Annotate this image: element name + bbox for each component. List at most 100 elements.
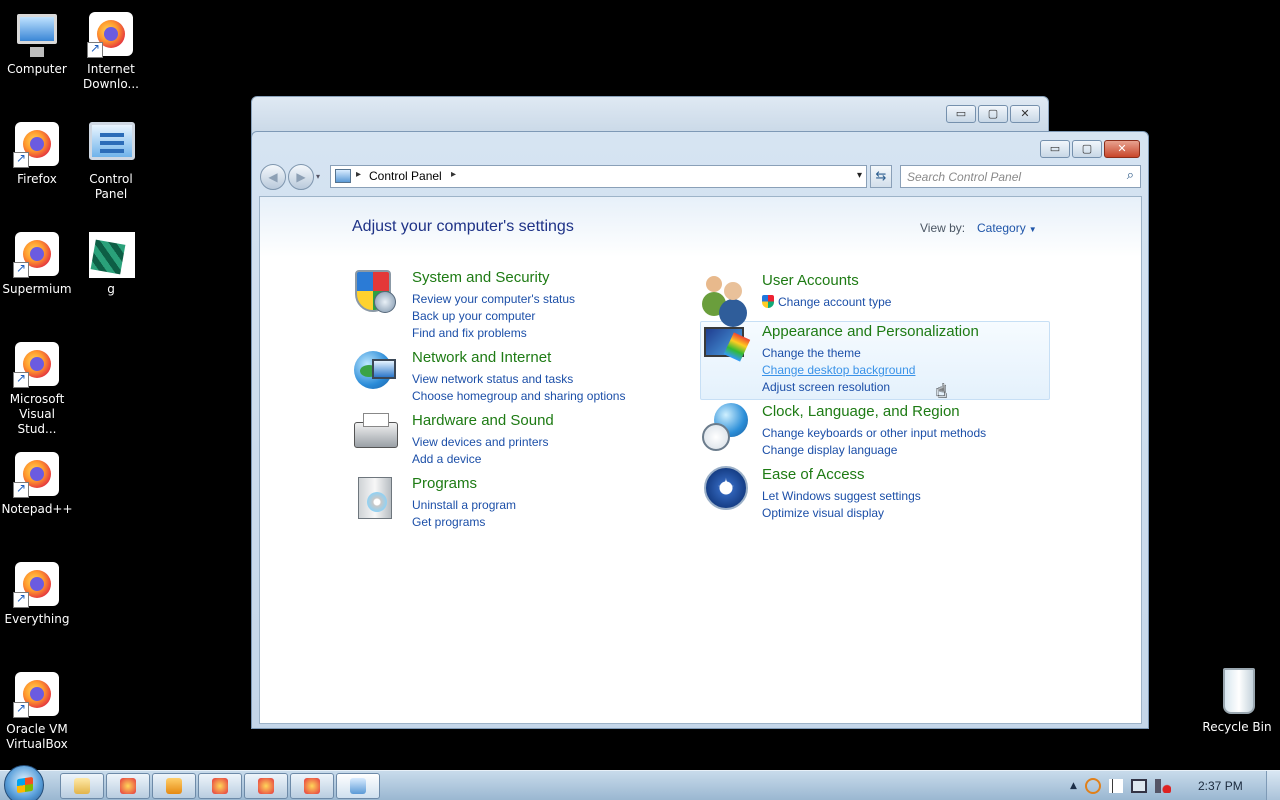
- link-find-fix-problems[interactable]: Find and fix problems: [412, 325, 575, 342]
- close-icon: ✕: [1117, 142, 1127, 155]
- taskbar-button-explorer[interactable]: [60, 773, 104, 799]
- close-button[interactable]: ✕: [1104, 140, 1140, 158]
- desktop-icon-label: Control Panel: [89, 172, 133, 201]
- category-title[interactable]: User Accounts: [762, 272, 859, 289]
- link-adjust-resolution[interactable]: Adjust screen resolution: [762, 379, 915, 396]
- link-review-status[interactable]: Review your computer's status: [412, 291, 575, 308]
- clock[interactable]: 2:37 PM: [1198, 779, 1243, 793]
- desktop-icon-supermium[interactable]: Supermium: [0, 230, 79, 297]
- media-player-icon: [166, 778, 182, 794]
- taskbar-button-firefox-2[interactable]: [198, 773, 242, 799]
- desktop-icon-virtualbox[interactable]: Oracle VM VirtualBox: [0, 670, 79, 752]
- firefox-icon: [120, 778, 136, 794]
- firefox-icon: [13, 230, 61, 278]
- address-bar[interactable]: ▸ Control Panel ▸ ▾: [330, 165, 867, 188]
- start-button[interactable]: [4, 765, 44, 800]
- link-change-display-language[interactable]: Change display language: [762, 442, 986, 459]
- link-get-programs[interactable]: Get programs: [412, 514, 516, 531]
- link-optimize-display[interactable]: Optimize visual display: [762, 505, 921, 522]
- address-dropdown-icon[interactable]: ▾: [857, 170, 862, 181]
- desktop-icon-label: Supermium: [2, 282, 72, 296]
- link-change-desktop-background[interactable]: Change desktop background: [762, 362, 915, 379]
- desktop-icon-everything[interactable]: Everything: [0, 560, 79, 627]
- background-window[interactable]: ▭ ▢ ✕: [251, 96, 1049, 136]
- desktop-icon-g[interactable]: g: [69, 230, 153, 297]
- breadcrumb-separator-icon[interactable]: ▸: [451, 169, 456, 180]
- desktop-icon-label: Everything: [4, 612, 70, 626]
- recent-pages-dropdown[interactable]: ▾: [316, 172, 320, 181]
- appearance-icon: [702, 323, 752, 373]
- link-label: Change account type: [778, 295, 892, 309]
- link-uninstall-program[interactable]: Uninstall a program: [412, 497, 516, 514]
- link-suggest-settings[interactable]: Let Windows suggest settings: [762, 488, 921, 505]
- maximize-button[interactable]: ▢: [1072, 140, 1102, 158]
- firefox-icon: [258, 778, 274, 794]
- firefox-icon: [13, 340, 61, 388]
- hand-cursor-icon: [936, 381, 950, 401]
- forward-arrow-icon: ▶: [296, 170, 306, 184]
- desktop-icon-computer[interactable]: Computer: [0, 10, 79, 77]
- desktop-icon-label: Microsoft Visual Stud...: [9, 392, 65, 436]
- view-by-dropdown[interactable]: Category ▼: [977, 221, 1037, 235]
- maximize-button[interactable]: ▢: [978, 105, 1008, 123]
- desktop-icon-recycle-bin[interactable]: Recycle Bin: [1195, 668, 1279, 735]
- breadcrumb-control-panel[interactable]: Control Panel: [369, 169, 442, 183]
- minimize-button[interactable]: ▭: [1040, 140, 1070, 158]
- desktop-icon-notepad-plus-plus[interactable]: Notepad++: [0, 450, 79, 517]
- category-title[interactable]: Clock, Language, and Region: [762, 403, 960, 420]
- category-title[interactable]: Network and Internet: [412, 349, 551, 366]
- forward-button[interactable]: ▶: [288, 164, 314, 190]
- link-change-keyboards[interactable]: Change keyboards or other input methods: [762, 425, 986, 442]
- firefox-icon: [87, 10, 135, 58]
- link-back-up[interactable]: Back up your computer: [412, 308, 575, 325]
- desktop-icon-label: Internet Downlo...: [83, 62, 139, 91]
- search-box[interactable]: ⌕: [900, 165, 1141, 188]
- taskbar-button-firefox-4[interactable]: [290, 773, 334, 799]
- flag-icon[interactable]: [1108, 779, 1123, 793]
- ease-of-access-icon: [702, 466, 752, 516]
- content-area: Adjust your computer's settings View by:…: [259, 196, 1142, 724]
- refresh-button[interactable]: ⇆: [870, 165, 892, 188]
- back-arrow-icon: ◀: [268, 170, 278, 184]
- clock-globe-icon: [702, 403, 752, 453]
- back-button[interactable]: ◀: [260, 164, 286, 190]
- view-by-label: View by:: [920, 221, 966, 235]
- taskbar-button-firefox[interactable]: [106, 773, 150, 799]
- folder-icon: [74, 778, 90, 794]
- link-add-device[interactable]: Add a device: [412, 451, 549, 468]
- taskbar-button-control-panel[interactable]: [336, 773, 380, 799]
- taskbar-button-media-player[interactable]: [152, 773, 196, 799]
- desktop-icon-internet-download[interactable]: Internet Downlo...: [69, 10, 153, 92]
- network-icon[interactable]: [1130, 779, 1147, 793]
- firefox-icon: [304, 778, 320, 794]
- minimize-button[interactable]: ▭: [946, 105, 976, 123]
- desktop-icon-label: g: [107, 282, 115, 296]
- category-title[interactable]: System and Security: [412, 269, 550, 286]
- link-change-theme[interactable]: Change the theme: [762, 345, 915, 362]
- show-hidden-icons-button[interactable]: ▲: [1070, 781, 1077, 791]
- link-homegroup-sharing[interactable]: Choose homegroup and sharing options: [412, 388, 625, 405]
- desktop-icon-visual-studio[interactable]: Microsoft Visual Stud...: [0, 340, 79, 437]
- link-network-status[interactable]: View network status and tasks: [412, 371, 625, 388]
- close-button[interactable]: ✕: [1010, 105, 1040, 123]
- category-title[interactable]: Appearance and Personalization: [762, 323, 979, 340]
- desktop-icon-control-panel[interactable]: Control Panel: [69, 120, 153, 202]
- volume-muted-icon[interactable]: [1154, 779, 1171, 793]
- breadcrumb-separator-icon[interactable]: ▸: [356, 169, 361, 180]
- firefox-icon: [13, 450, 61, 498]
- category-title[interactable]: Programs: [412, 475, 477, 492]
- desktop-icon-label: Notepad++: [1, 502, 73, 516]
- search-input[interactable]: [901, 166, 1111, 188]
- search-icon[interactable]: [1084, 778, 1101, 794]
- category-title[interactable]: Ease of Access: [762, 466, 865, 483]
- category-title[interactable]: Hardware and Sound: [412, 412, 554, 429]
- control-panel-window[interactable]: ▭ ▢ ✕ ◀ ▶ ▾ ▸ Control Panel ▸ ▾ ⇆ ⌕ Adju…: [251, 131, 1149, 729]
- link-change-account-type[interactable]: Change account type: [762, 294, 891, 311]
- desktop-icon-firefox[interactable]: Firefox: [0, 120, 79, 187]
- link-devices-printers[interactable]: View devices and printers: [412, 434, 549, 451]
- taskbar: ▲ 2:37 PM: [0, 765, 1280, 800]
- search-icon[interactable]: ⌕: [1127, 168, 1134, 183]
- system-tray: ▲: [1070, 771, 1171, 800]
- show-desktop-button[interactable]: [1266, 771, 1280, 800]
- taskbar-button-firefox-3[interactable]: [244, 773, 288, 799]
